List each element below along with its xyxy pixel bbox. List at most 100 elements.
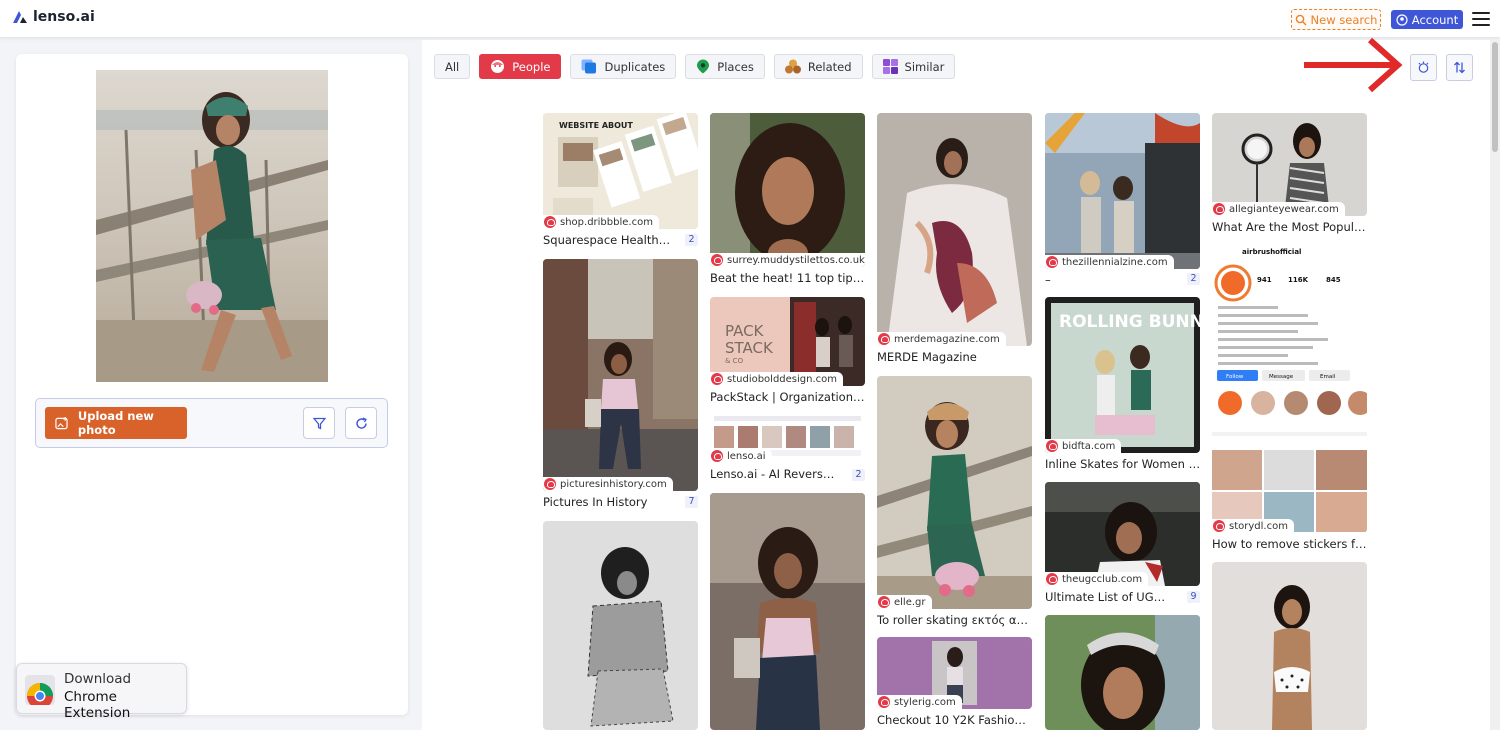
result-title[interactable]: PackStack | Organization Sol… <box>710 390 866 405</box>
account-label: Account <box>1411 12 1459 27</box>
tab-places[interactable]: Places <box>685 54 765 79</box>
source-domain: elle.gr <box>894 596 926 608</box>
tab-all[interactable]: All <box>434 54 471 79</box>
tab-similar[interactable]: Similar <box>871 54 956 79</box>
face-icon <box>544 216 556 228</box>
result-title[interactable]: Pictures In History <box>543 495 671 510</box>
result-card[interactable]: lenso.ai Lenso.ai - AI Reverse Ima… 2 <box>710 414 866 482</box>
result-title[interactable]: What Are the Most Popular A… <box>1212 220 1368 235</box>
face-icon <box>711 373 723 385</box>
thumb-text: Message <box>1269 374 1294 380</box>
result-card[interactable]: ROLLING BUNNY bidfta.com Inline Skates f… <box>1045 297 1201 472</box>
result-card[interactable]: thezillennialzine.com – 2 <box>1045 113 1201 288</box>
source-domain: allegianteyewear.com <box>1229 203 1339 215</box>
new-search-button[interactable]: New search <box>1291 9 1381 30</box>
source-domain: merdemagazine.com <box>894 333 1000 345</box>
source-domain: theugcclub.com <box>1062 573 1143 585</box>
tab-duplicates[interactable]: Duplicates <box>570 54 677 79</box>
result-card[interactable]: theugcclub.com Ultimate List of UGC Agen… <box>1045 482 1201 605</box>
account-button[interactable]: Account <box>1391 10 1463 29</box>
upload-new-photo-button[interactable]: Upload new photo <box>45 407 187 439</box>
tab-label: Duplicates <box>604 59 666 74</box>
source-domain: picturesinhistory.com <box>560 478 667 490</box>
top-bar: lenso.ai New search Account <box>0 0 1500 38</box>
result-title[interactable]: – <box>1045 273 1173 288</box>
filter-tabs: All People Duplicates Places Related Sim… <box>434 54 956 79</box>
result-thumbnail: surrey.muddystilettos.co.uk <box>710 113 865 267</box>
source-domain: storydl.com <box>1229 520 1288 532</box>
result-card[interactable]: elle.gr To roller skating εκτός από μ… <box>877 376 1033 628</box>
result-title[interactable]: Beat the heat! 11 top tips for… <box>710 271 866 286</box>
source-domain: bidfta.com <box>1062 440 1116 452</box>
result-title[interactable]: MERDE Magazine <box>877 350 1005 365</box>
sort-button[interactable] <box>1446 54 1473 81</box>
source-badge: picturesinhistory.com <box>543 477 673 491</box>
result-card[interactable]: picturesinhistory.com Pictures In Histor… <box>543 259 699 510</box>
face-icon <box>544 478 556 490</box>
source-domain: studiobolddesign.com <box>727 373 838 385</box>
result-title[interactable]: How to remove stickers from… <box>1212 537 1368 552</box>
result-card[interactable]: surrey.muddystilettos.co.uk Beat the hea… <box>710 113 866 286</box>
result-thumbnail <box>1045 615 1200 730</box>
result-card[interactable]: PACK STACK & CO studiobolddesign.com Pac… <box>710 297 866 405</box>
logo-text: lenso.ai <box>33 9 95 25</box>
result-title[interactable]: Ultimate List of UGC Agen… <box>1045 590 1173 605</box>
thumb-text: WEBSITE ABOUT <box>559 121 633 130</box>
result-card[interactable] <box>710 493 866 730</box>
result-title[interactable]: Lenso.ai - AI Reverse Ima… <box>710 467 838 482</box>
result-thumbnail: PACK STACK & CO studiobolddesign.com <box>710 297 865 386</box>
match-count-badge: 9 <box>1187 591 1200 603</box>
face-filter-button[interactable] <box>1410 54 1437 81</box>
scrollbar[interactable] <box>1490 40 1500 730</box>
result-card[interactable]: stylerig.com Checkout 10 Y2K Fashion Tre… <box>877 637 1033 728</box>
result-title[interactable]: Checkout 10 Y2K Fashion Tre… <box>877 713 1033 728</box>
result-card[interactable] <box>543 521 699 730</box>
result-card[interactable]: allegianteyewear.com What Are the Most P… <box>1212 113 1368 235</box>
search-icon <box>1295 14 1307 25</box>
hamburger-menu-icon[interactable] <box>1472 11 1490 27</box>
logo[interactable]: lenso.ai <box>12 9 95 25</box>
result-card[interactable] <box>1212 562 1368 730</box>
result-card[interactable]: merdemagazine.com MERDE Magazine <box>877 113 1033 365</box>
source-badge: storydl.com <box>1212 519 1294 533</box>
match-count-badge: 2 <box>685 234 698 246</box>
extension-line1: Download <box>64 671 132 687</box>
result-title[interactable]: Squarespace Health Coac… <box>543 233 671 248</box>
filter-icon <box>312 417 326 430</box>
refresh-button[interactable] <box>345 407 377 439</box>
face-icon <box>491 60 505 73</box>
filter-button[interactable] <box>303 407 335 439</box>
grid-icon <box>882 59 898 74</box>
result-title[interactable]: To roller skating εκτός από μ… <box>877 613 1033 628</box>
face-icon <box>1046 573 1058 585</box>
face-icon <box>1046 256 1058 268</box>
thumb-text: ROLLING BUNNY <box>1059 312 1200 332</box>
place-pin-icon <box>697 59 710 74</box>
source-badge: elle.gr <box>877 595 932 609</box>
thumb-text: STACK <box>725 339 774 357</box>
result-card[interactable] <box>1045 615 1201 730</box>
source-badge: surrey.muddystilettos.co.uk <box>710 253 865 267</box>
match-count-badge: 2 <box>1187 273 1200 285</box>
result-thumbnail: merdemagazine.com <box>877 113 1032 346</box>
tab-people[interactable]: People <box>479 54 562 79</box>
thumb-text: Follow <box>1226 374 1244 380</box>
thumb-text: airbrushofficial <box>1242 248 1301 256</box>
upload-label: Upload new photo <box>77 409 154 437</box>
tab-label: Related <box>807 59 852 74</box>
face-icon <box>711 450 723 462</box>
tab-related[interactable]: Related <box>773 54 863 79</box>
new-search-label: New search <box>1310 12 1378 27</box>
source-badge: theugcclub.com <box>1045 572 1149 586</box>
chrome-extension-banner[interactable]: Download Chrome Extension <box>16 663 187 721</box>
result-thumbnail: thezillennialzine.com <box>1045 113 1200 269</box>
upload-toolbar: Upload new photo <box>35 398 388 448</box>
result-card[interactable]: WEBSITE ABOUT shop.dribbble.com Squaresp… <box>543 113 699 248</box>
result-thumbnail: picturesinhistory.com <box>543 259 698 491</box>
source-badge: merdemagazine.com <box>877 332 1006 346</box>
result-title[interactable]: Inline Skates for Women Girl… <box>1045 457 1201 472</box>
source-badge: bidfta.com <box>1045 439 1122 453</box>
thumb-text: PACK <box>725 322 765 340</box>
result-card[interactable]: airbrushofficial 941 116K 845 Follow Mes… <box>1212 240 1368 552</box>
scrollbar-thumb[interactable] <box>1492 42 1498 152</box>
